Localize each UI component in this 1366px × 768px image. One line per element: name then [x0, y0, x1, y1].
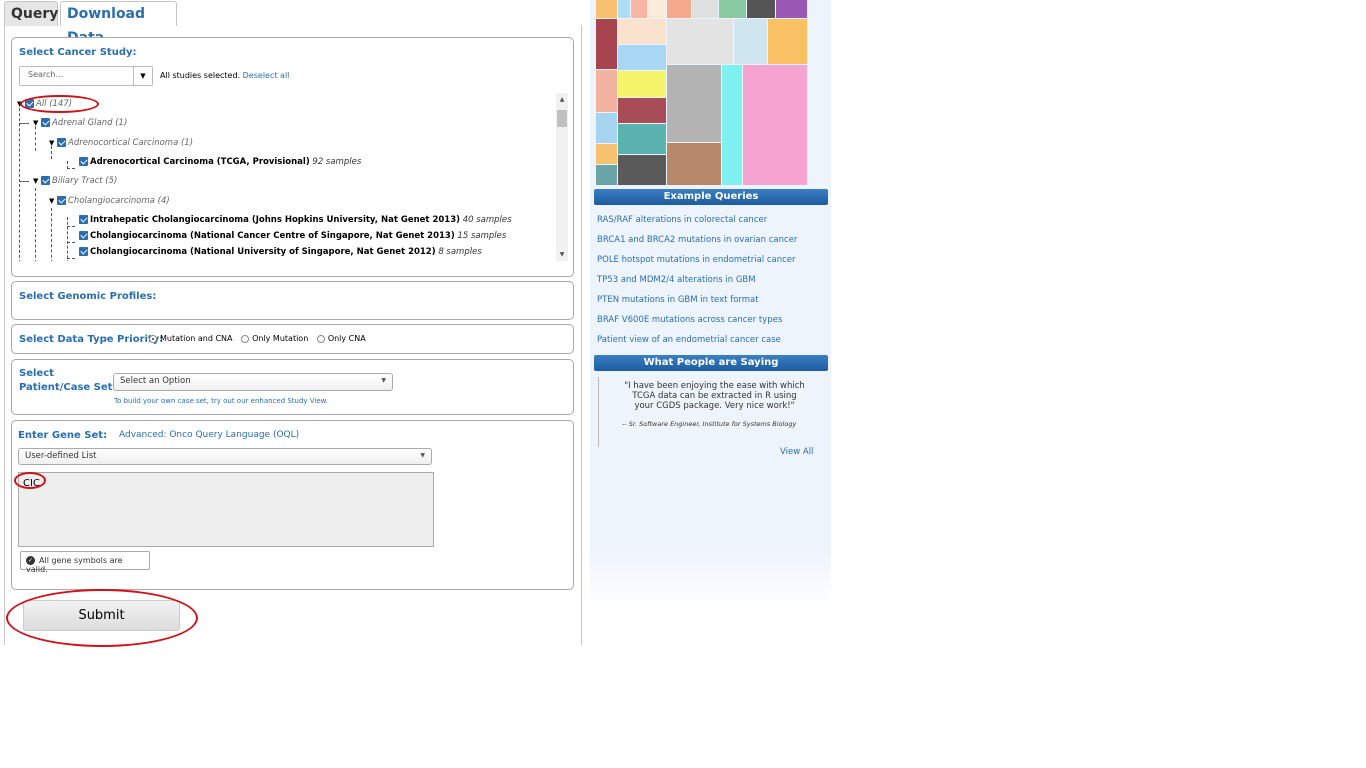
- tab-query[interactable]: Query: [4, 1, 58, 26]
- sample-count: 92 samples: [312, 157, 362, 167]
- genomic-profiles-label: Select Genomic Profiles:: [19, 291, 157, 302]
- view-all-link[interactable]: View All: [780, 447, 813, 457]
- submit-button[interactable]: Submit: [23, 600, 180, 631]
- study-name: Cholangiocarcinoma (National University …: [90, 247, 436, 257]
- gene-list-value: User-defined List: [25, 451, 97, 461]
- cancer-study-treemap[interactable]: [596, 0, 807, 185]
- expand-arrow-icon[interactable]: ▼: [33, 117, 41, 129]
- example-query-2[interactable]: BRCA1 and BRCA2 mutations in ovarian can…: [597, 235, 797, 245]
- selection-status: All studies selected. Deselect all: [160, 71, 289, 80]
- scroll-thumb[interactable]: [557, 110, 567, 127]
- checkbox[interactable]: [57, 196, 66, 205]
- example-query-7[interactable]: Patient view of an endometrial cancer ca…: [597, 335, 781, 345]
- tree-label: All (147): [36, 99, 73, 109]
- checkbox[interactable]: [79, 247, 88, 256]
- expand-arrow-icon[interactable]: ▼: [49, 195, 57, 207]
- sample-count: 8 samples: [438, 247, 482, 257]
- data-priority-label: Select Data Type Priority:: [19, 334, 164, 345]
- tree-node-adrenocortical-carcinoma[interactable]: ▼ Adrenocortical Carcinoma (1): [49, 137, 193, 149]
- gene-set-textarea[interactable]: CIC: [18, 472, 434, 547]
- cancer-study-label: Select Cancer Study:: [19, 47, 137, 58]
- radio-label: Only CNA: [327, 334, 366, 343]
- example-query-1[interactable]: RAS/RAF alterations in colorectal cancer: [597, 215, 767, 225]
- testimonial-text: "I have been enjoying the ease with whic…: [624, 381, 805, 411]
- tree-label: Adrenocortical Carcinoma (1): [68, 138, 194, 148]
- checkbox[interactable]: [79, 215, 88, 224]
- cancer-study-box: Select Cancer Study: Search... ▼ All stu…: [11, 37, 574, 277]
- expand-arrow-icon[interactable]: ▼: [17, 98, 25, 110]
- case-set-hint[interactable]: To build your own case set, try out our …: [114, 397, 328, 405]
- radio-only-cna[interactable]: [316, 334, 325, 343]
- example-queries-header: Example Queries: [594, 189, 828, 205]
- study-search-input[interactable]: Search...: [19, 66, 134, 86]
- tree-node-study-2[interactable]: Cholangiocarcinoma (National Cancer Cent…: [79, 230, 506, 242]
- tree-node-study-1[interactable]: Intrahepatic Cholangiocarcinoma (Johns H…: [79, 214, 512, 226]
- tree-scrollbar[interactable]: ▲ ▼: [556, 93, 568, 261]
- data-priority-box: Select Data Type Priority: Mutation and …: [11, 324, 574, 354]
- case-set-label-2: Patient/Case Set:: [19, 382, 117, 393]
- tree-node-cholangiocarcinoma[interactable]: ▼ Cholangiocarcinoma (4): [49, 195, 170, 207]
- search-dropdown-button[interactable]: ▼: [134, 66, 153, 86]
- oql-link[interactable]: Advanced: Onco Query Language (OQL): [119, 430, 299, 440]
- tree-label: Biliary Tract (5): [52, 176, 118, 186]
- checkbox[interactable]: [79, 231, 88, 240]
- sample-count: 15 samples: [457, 231, 507, 241]
- checkbox[interactable]: [25, 99, 34, 108]
- case-set-value: Select an Option: [120, 376, 191, 386]
- caret-down-icon: ▼: [381, 377, 386, 384]
- tree-label: Adrenal Gland (1): [52, 118, 128, 128]
- tab-download-data[interactable]: Download Data: [60, 1, 177, 46]
- radio-only-mutation[interactable]: [241, 334, 250, 343]
- validation-text: All gene symbols are valid.: [26, 556, 123, 574]
- example-query-4[interactable]: TP53 and MDM2/4 alterations in GBM: [597, 275, 756, 285]
- caret-down-icon: ▼: [420, 452, 425, 459]
- gene-set-label: Enter Gene Set:: [18, 430, 108, 441]
- example-query-6[interactable]: BRAF V600E mutations across cancer types: [597, 315, 782, 325]
- example-query-3[interactable]: POLE hotspot mutations in endometrial ca…: [597, 255, 796, 265]
- radio-mutation-cna[interactable]: [149, 334, 157, 343]
- tree-node-all[interactable]: ▼ All (147): [17, 98, 72, 110]
- case-set-box: Select Patient/Case Set: Select an Optio…: [11, 359, 574, 415]
- expand-arrow-icon[interactable]: ▼: [49, 137, 57, 149]
- study-name: Adrenocortical Carcinoma (TCGA, Provisio…: [90, 157, 310, 167]
- priority-radio-group: Mutation and CNA Only Mutation Only CNA: [149, 334, 366, 343]
- case-set-select[interactable]: Select an Option ▼: [113, 373, 393, 391]
- tree-node-biliary-tract[interactable]: ▼ Biliary Tract (5): [33, 175, 117, 187]
- sample-count: 40 samples: [462, 215, 512, 225]
- checkbox[interactable]: [79, 157, 88, 166]
- testimonial: "I have been enjoying the ease with whic…: [598, 377, 823, 447]
- checkbox[interactable]: [41, 176, 50, 185]
- case-set-label-1: Select: [19, 368, 54, 379]
- gene-list-select[interactable]: User-defined List ▼: [18, 448, 432, 465]
- checkbox[interactable]: [57, 138, 66, 147]
- testimonial-source: -- Sr. Software Engineer, Institute for …: [622, 420, 797, 428]
- expand-arrow-icon[interactable]: ▼: [33, 175, 41, 187]
- radio-label: Mutation and CNA: [160, 334, 233, 343]
- study-tree: ▼ All (147) ▼ Adrenal Gland (1) ▼ Adrenocor…: [17, 93, 567, 261]
- checkbox[interactable]: [41, 118, 50, 127]
- validation-status: ✓ All gene symbols are valid.: [20, 551, 150, 574]
- caret-down-icon: ▼: [140, 72, 146, 80]
- deselect-all-link[interactable]: Deselect all: [243, 71, 290, 80]
- all-selected-text: All studies selected.: [160, 71, 241, 80]
- check-circle-icon: ✓: [26, 556, 35, 565]
- example-query-5[interactable]: PTEN mutations in GBM in text format: [597, 295, 759, 305]
- study-name: Cholangiocarcinoma (National Cancer Cent…: [90, 231, 455, 241]
- radio-label: Only Mutation: [252, 334, 309, 343]
- tree-node-adrenal-gland[interactable]: ▼ Adrenal Gland (1): [33, 117, 127, 129]
- gene-set-box: Enter Gene Set: Advanced: Onco Query Lan…: [11, 420, 574, 590]
- study-name: Intrahepatic Cholangiocarcinoma (Johns H…: [90, 215, 460, 225]
- genomic-profiles-box: Select Genomic Profiles:: [11, 281, 574, 320]
- scroll-up-icon[interactable]: ▲: [556, 96, 568, 103]
- what-people-saying-header: What People are Saying: [594, 355, 828, 371]
- tree-node-study-3[interactable]: Cholangiocarcinoma (National University …: [79, 246, 482, 258]
- scroll-down-icon[interactable]: ▼: [556, 251, 568, 258]
- tree-node-acc-study[interactable]: Adrenocortical Carcinoma (TCGA, Provisio…: [79, 156, 361, 168]
- tree-label: Cholangiocarcinoma (4): [68, 196, 170, 206]
